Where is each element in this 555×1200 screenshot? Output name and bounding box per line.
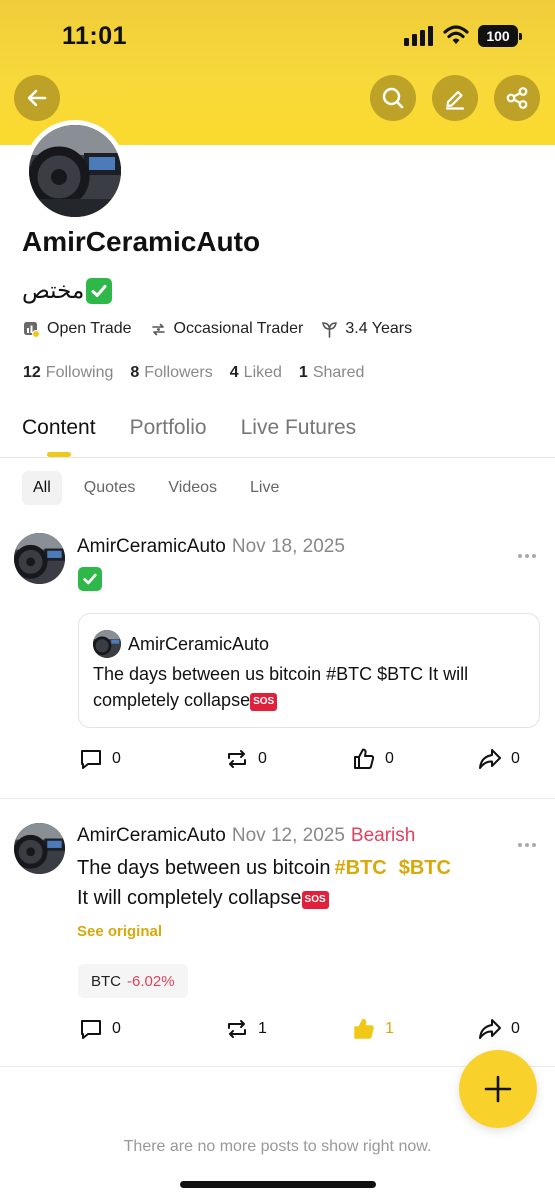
tab-content[interactable]: Content [22,416,96,457]
ticker-chip[interactable]: BTC -6.02% [78,964,188,998]
check-mark-icon [86,277,113,304]
quoted-post-header: AmirCeramicAuto [93,630,269,658]
profile-avatar[interactable] [24,120,126,222]
profile-bio: مختص [22,277,113,304]
sprout-icon [322,321,338,338]
status-bar: 11:01 100 [0,0,555,70]
post-header: AmirCeramicAuto Nov 18, 2025 [77,536,345,558]
filter-quotes[interactable]: Quotes [73,471,147,505]
filter-live[interactable]: Live [239,471,290,505]
cashtag-link[interactable]: $BTC [399,857,451,879]
search-button[interactable] [370,75,416,121]
ticker-symbol: BTC [91,972,121,990]
content-filters: All Quotes Videos Live [22,471,301,505]
like-button[interactable]: 0 [351,746,394,772]
profile-stats: 12 Following 8 Followers 4 Liked 1 Shared [23,364,381,382]
sos-icon: SOS [250,693,278,711]
post-body-text: The days between us bitcoin #BTC $BTC It w… [77,857,451,909]
quoted-post-text: The days between us bitcoin #BTC $BTC It… [93,664,469,711]
open-trade-icon [24,321,40,338]
tab-portfolio[interactable]: Portfolio [130,416,207,440]
tabs-divider [0,457,555,458]
comment-icon [81,750,101,769]
post-actions: 0 0 0 0 [0,746,555,776]
stat-liked[interactable]: 4 Liked [230,364,282,382]
quoted-post-card[interactable]: AmirCeramicAuto The days between us bitc… [78,613,540,728]
sos-icon: SOS [301,891,329,909]
filter-videos[interactable]: Videos [157,471,228,505]
badge-occasional-trader[interactable]: Occasional Trader [150,320,303,338]
post-actions: 0 1 1 0 [0,1016,555,1046]
stat-followers[interactable]: 8 Followers [130,364,212,382]
car-interior-photo [14,533,65,584]
home-indicator [180,1181,376,1188]
post-author-name[interactable]: AmirCeramicAuto [77,536,226,557]
forward-button[interactable]: 0 [477,1016,520,1042]
share-icon [506,87,528,109]
plus-icon [484,1075,512,1103]
like-button[interactable]: 1 [351,1016,394,1042]
profile-name: AmirCeramicAuto [22,226,261,257]
arrow-left-icon [27,89,47,107]
thumbs-up-filled-icon [354,1018,374,1039]
profile-badges: Open Trade Occasional Trader 3.4 Years [23,320,430,338]
stat-following[interactable]: 12 Following [23,364,113,382]
search-icon [382,87,404,109]
sentiment-label: Bearish [350,825,416,846]
post-author-avatar[interactable] [14,533,65,584]
occasional-trader-icon [151,323,165,335]
forward-button[interactable]: 0 [477,746,520,772]
badge-years[interactable]: 3.4 Years [321,320,412,338]
share-button[interactable] [494,75,540,121]
share-arrow-icon [479,1019,501,1039]
quoted-author-name: AmirCeramicAuto [128,633,270,654]
repost-icon [228,1020,246,1038]
comment-icon [81,1020,101,1039]
cellular-signal-icon [404,26,433,46]
car-interior-photo [29,125,121,217]
end-of-feed-message: There are no more posts to show right no… [123,1138,432,1155]
thumbs-up-icon [354,748,375,769]
post-date: Nov 12, 2025 [231,825,345,846]
hashtag-link[interactable]: #BTC [335,857,387,879]
back-button[interactable] [14,75,60,121]
quoted-author-avatar [93,630,121,658]
ticker-change: -6.02% [127,972,175,990]
profile-tabs: Content Portfolio Live Futures [22,416,390,457]
car-interior-photo [14,823,65,874]
stat-shared[interactable]: 1 Shared [299,364,365,382]
edit-button[interactable] [432,75,478,121]
bio-text: مختص [22,277,85,303]
post-more-button[interactable] [518,834,540,847]
share-arrow-icon [479,749,501,769]
post-more-button[interactable] [518,545,540,558]
post-author-name[interactable]: AmirCeramicAuto [77,825,226,846]
status-time: 11:01 [62,22,128,50]
badge-open-trade[interactable]: Open Trade [23,320,132,338]
post-header: AmirCeramicAuto Nov 12, 2025 Bearish [77,825,415,847]
create-post-button[interactable] [459,1050,537,1128]
filter-all[interactable]: All [22,471,62,505]
comment-button[interactable]: 0 [78,1016,121,1042]
battery-indicator: 100 [478,25,522,47]
repost-button[interactable]: 0 [224,746,267,772]
post-author-avatar[interactable] [14,823,65,874]
wifi-icon [443,25,469,44]
repost-icon [228,750,246,768]
pencil-icon [445,90,465,110]
post-divider [0,798,555,799]
see-original-link[interactable]: See original [77,923,162,940]
post-date: Nov 18, 2025 [231,536,345,557]
check-mark-icon [78,567,102,591]
repost-button[interactable]: 1 [224,1016,267,1042]
comment-button[interactable]: 0 [78,746,121,772]
tab-live-futures[interactable]: Live Futures [241,416,357,440]
